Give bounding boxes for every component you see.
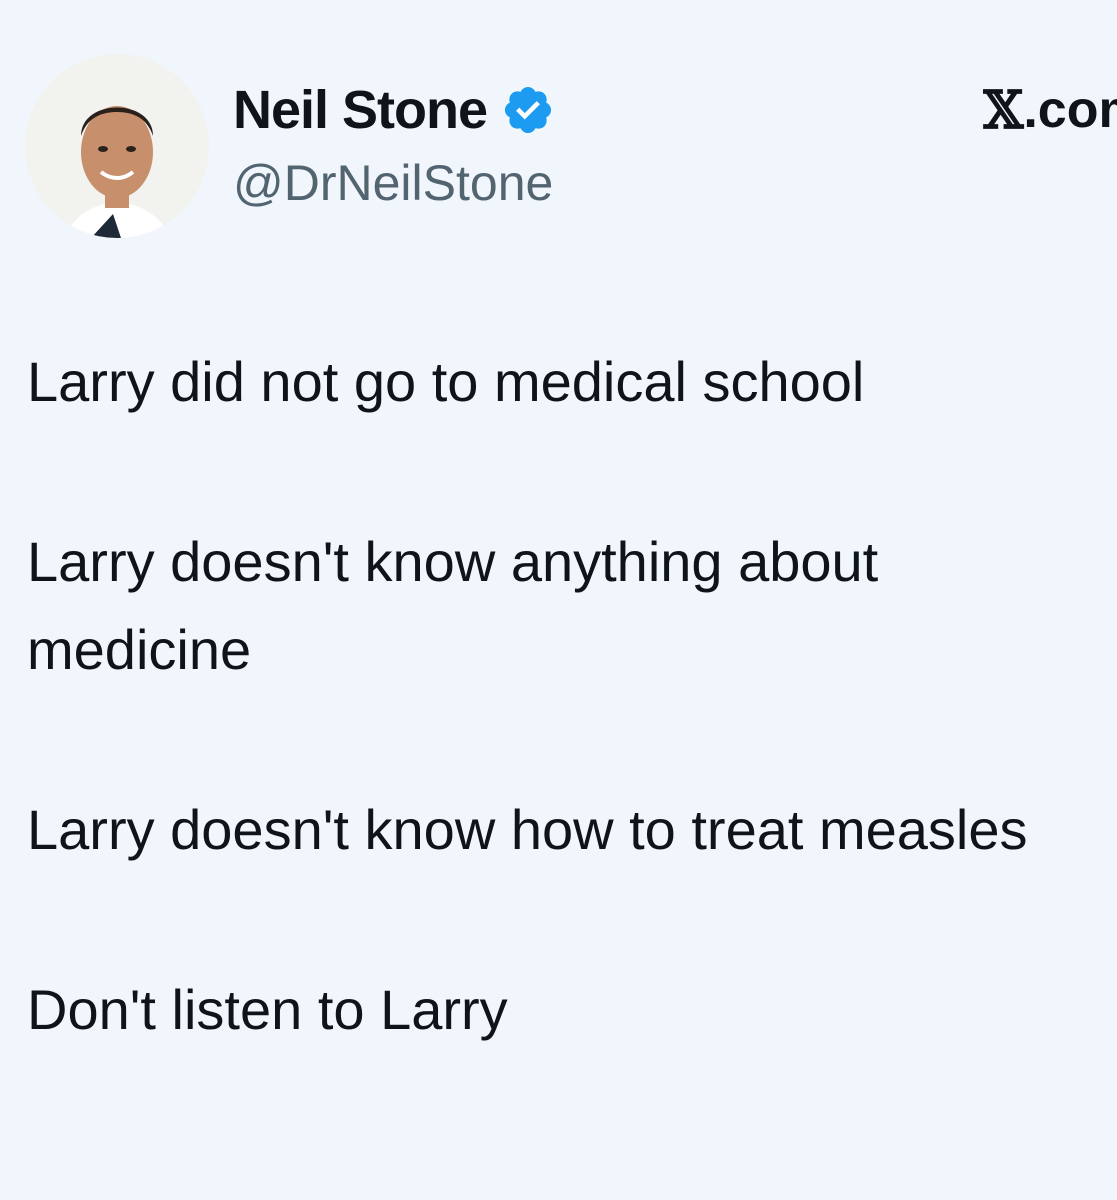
tweet-line-4: Don't listen to Larry xyxy=(27,978,508,1041)
verified-badge-icon xyxy=(501,83,555,137)
x-logo-icon: 𝕏 xyxy=(983,79,1024,141)
site-domain: .com xyxy=(1023,81,1117,139)
avatar-photo xyxy=(25,54,209,238)
tweet-line-2: Larry doesn't know anything about medici… xyxy=(27,530,879,681)
author-handle[interactable]: @DrNeilStone xyxy=(233,154,553,212)
tweet-line-3: Larry doesn't know how to treat measles xyxy=(27,798,1028,861)
x-site-mark: 𝕏 .com xyxy=(983,78,1117,142)
tweet-line-1: Larry did not go to medical school xyxy=(27,350,865,413)
author-name-row: Neil Stone xyxy=(233,78,555,142)
tweet-text: Larry did not go to medical school Larry… xyxy=(27,338,1087,1054)
author-display-name[interactable]: Neil Stone xyxy=(233,79,488,141)
author-avatar[interactable] xyxy=(25,54,209,238)
